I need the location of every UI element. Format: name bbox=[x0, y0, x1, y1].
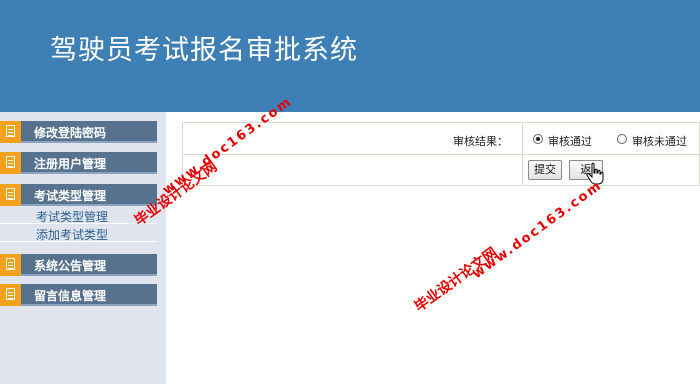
sidebar-item-user-management[interactable]: 注册用户管理 bbox=[0, 152, 157, 174]
sidebar-subitem-label: 考试类型管理 bbox=[36, 210, 109, 224]
document-icon bbox=[0, 152, 21, 174]
radio-reject-label[interactable]: 审核未通过 bbox=[632, 133, 687, 149]
sidebar-item-label: 考试类型管理 bbox=[34, 189, 107, 203]
radio-approve[interactable] bbox=[533, 134, 543, 144]
submit-button[interactable]: 提交 bbox=[528, 160, 562, 180]
sidebar-item-label: 系统公告管理 bbox=[34, 259, 107, 273]
app-header: 驾驶员考试报名审批系统 bbox=[0, 0, 700, 112]
review-result-label: 审核结果： bbox=[453, 135, 508, 148]
sidebar-item-label: 注册用户管理 bbox=[34, 157, 107, 171]
watermark-cn: 毕业设计论文网 bbox=[411, 244, 501, 316]
sidebar-item-messages[interactable]: 留言信息管理 bbox=[0, 284, 157, 306]
sidebar-item-exam-type-management[interactable]: 考试类型管理 bbox=[0, 184, 157, 206]
sidebar-item-announcements[interactable]: 系统公告管理 bbox=[0, 254, 157, 276]
document-icon bbox=[0, 254, 21, 276]
document-icon bbox=[0, 284, 21, 306]
sidebar-subitem-label: 添加考试类型 bbox=[36, 228, 109, 242]
sidebar-subitem-add-exam-type[interactable]: 添加考试类型 bbox=[0, 225, 157, 242]
document-icon bbox=[0, 121, 21, 143]
form-divider bbox=[522, 123, 523, 186]
watermark-url: www.doc163.com bbox=[470, 178, 606, 283]
radio-approve-label[interactable]: 审核通过 bbox=[548, 133, 592, 149]
radio-reject[interactable] bbox=[617, 134, 627, 144]
sidebar-item-change-password[interactable]: 修改登陆密码 bbox=[0, 121, 157, 143]
sidebar: 修改登陆密码 注册用户管理 考试类型管理 考试类型管理 添加考试类型 系统公告管… bbox=[0, 112, 166, 384]
app-title: 驾驶员考试报名审批系统 bbox=[50, 35, 358, 66]
sidebar-item-label: 修改登陆密码 bbox=[34, 126, 107, 140]
document-icon bbox=[0, 184, 21, 206]
sidebar-item-label: 留言信息管理 bbox=[34, 289, 107, 303]
